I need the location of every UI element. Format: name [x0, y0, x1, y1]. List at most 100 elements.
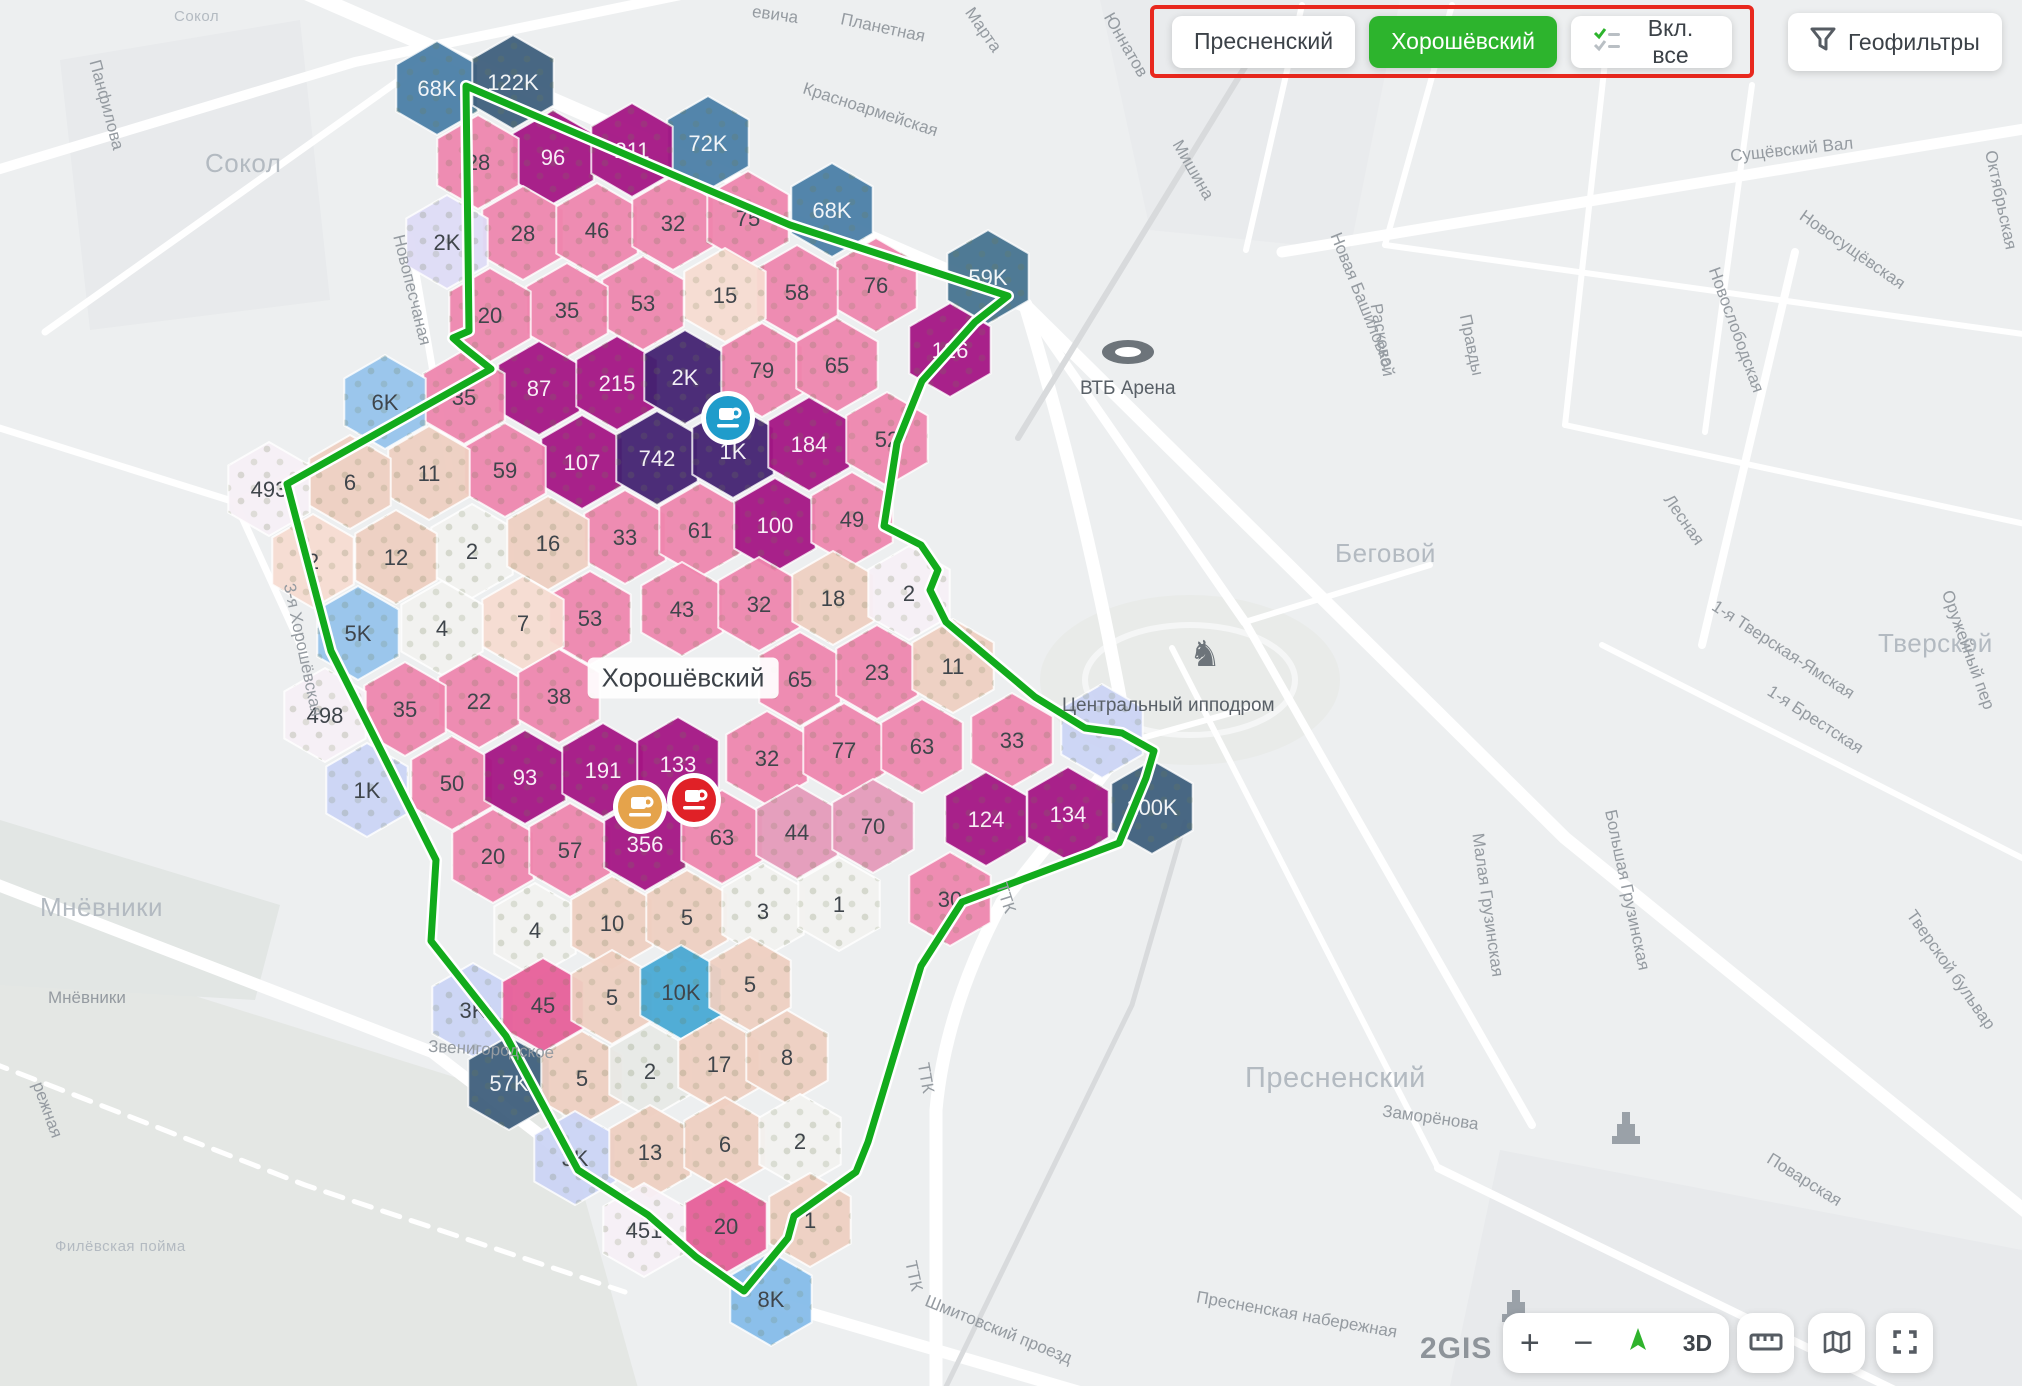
district-button-horoshevsky[interactable]: Хорошёвский	[1369, 16, 1557, 68]
hex-cell[interactable]: 13	[609, 1105, 690, 1199]
svg-text:65: 65	[825, 353, 849, 378]
svg-text:44: 44	[785, 820, 809, 845]
coffee-cup-marker[interactable]	[667, 773, 721, 827]
compass-icon[interactable]	[1627, 1326, 1649, 1361]
svg-text:63: 63	[710, 825, 734, 850]
svg-text:124: 124	[968, 807, 1005, 832]
svg-text:15: 15	[713, 283, 737, 308]
svg-text:493: 493	[251, 477, 288, 502]
svg-text:11: 11	[942, 654, 965, 679]
hex-cell[interactable]: 16	[507, 496, 588, 590]
svg-text:191: 191	[585, 758, 622, 783]
svg-text:♞: ♞	[1189, 633, 1221, 674]
ruler-icon	[1749, 1331, 1783, 1356]
region-label: Хорошёвский	[588, 658, 779, 699]
svg-text:8: 8	[781, 1045, 793, 1070]
svg-text:53: 53	[631, 291, 655, 316]
svg-text:33: 33	[613, 525, 637, 550]
horse-icon: ♞	[1189, 633, 1221, 674]
coffee-cup-marker[interactable]	[701, 391, 755, 445]
svg-text:2: 2	[903, 581, 915, 606]
fullscreen-icon	[1892, 1329, 1918, 1358]
hex-cell[interactable]: 6	[684, 1097, 765, 1191]
svg-text:63: 63	[910, 734, 934, 759]
svg-text:32: 32	[661, 211, 685, 236]
layers-map-button[interactable]	[1808, 1313, 1865, 1373]
svg-text:77: 77	[832, 738, 856, 763]
stadium-icon	[1102, 340, 1154, 364]
geofilters-button[interactable]: Геофильтры	[1788, 13, 2002, 71]
svg-text:2: 2	[644, 1059, 656, 1084]
svg-text:35: 35	[555, 298, 579, 323]
svg-text:5: 5	[681, 905, 693, 930]
district-button-presnensky[interactable]: Пресненский	[1172, 16, 1355, 68]
2gis-logo: 2GIS	[1420, 1332, 1492, 1366]
map-canvas[interactable]: ♞ 68K122K72K68K59K9621112628284632757658…	[0, 0, 2022, 1386]
svg-text:2K: 2K	[672, 365, 699, 390]
svg-text:68K: 68K	[812, 198, 851, 223]
svg-text:5: 5	[744, 972, 756, 997]
svg-text:68K: 68K	[417, 76, 456, 101]
funnel-icon	[1810, 26, 1836, 58]
svg-text:17: 17	[707, 1052, 731, 1077]
hex-cell[interactable]: 100	[734, 478, 815, 572]
svg-text:1K: 1K	[354, 778, 381, 803]
zoom-out-button[interactable]: −	[1573, 1326, 1593, 1360]
svg-text:49: 49	[840, 507, 864, 532]
svg-text:4: 4	[529, 918, 541, 943]
svg-text:10K: 10K	[661, 980, 700, 1005]
district-filter-group: Пресненский Хорошёвский Вкл. все	[1150, 5, 1754, 78]
map-zoom-controls: + − 3D	[1503, 1313, 1729, 1373]
svg-text:20: 20	[481, 844, 505, 869]
svg-text:6K: 6K	[372, 390, 399, 415]
ruler-button[interactable]	[1737, 1313, 1794, 1373]
svg-text:96: 96	[541, 145, 565, 170]
svg-text:35: 35	[393, 697, 417, 722]
hex-cell[interactable]: 32	[718, 557, 799, 651]
svg-text:6: 6	[344, 470, 356, 495]
svg-text:7: 7	[517, 611, 529, 636]
svg-text:57: 57	[558, 838, 582, 863]
svg-text:32: 32	[755, 746, 779, 771]
checklist-icon	[1593, 26, 1621, 58]
coffee-cup-marker[interactable]	[613, 780, 667, 834]
svg-text:76: 76	[864, 273, 888, 298]
hex-cell[interactable]: 12	[355, 510, 436, 604]
svg-text:6: 6	[719, 1132, 731, 1157]
building-icon	[1612, 1112, 1640, 1144]
svg-text:107: 107	[564, 450, 601, 475]
svg-text:122K: 122K	[487, 70, 539, 95]
hex-cell[interactable]: 2	[759, 1094, 840, 1188]
svg-text:20: 20	[714, 1214, 738, 1239]
hex-cell[interactable]: 107	[541, 415, 622, 509]
svg-text:5: 5	[606, 985, 618, 1010]
svg-text:10: 10	[600, 911, 624, 936]
fullscreen-button[interactable]	[1876, 1313, 1933, 1373]
zoom-in-button[interactable]: +	[1520, 1326, 1540, 1360]
3d-mode-button[interactable]: 3D	[1683, 1330, 1712, 1357]
hex-cell[interactable]: 63	[881, 699, 962, 793]
enable-all-button[interactable]: Вкл. все	[1571, 16, 1732, 68]
svg-text:5: 5	[576, 1066, 588, 1091]
svg-text:3: 3	[757, 899, 769, 924]
svg-text:100: 100	[757, 513, 794, 538]
svg-text:16: 16	[536, 531, 560, 556]
svg-text:50: 50	[440, 771, 464, 796]
svg-text:65: 65	[788, 667, 812, 692]
svg-text:1: 1	[833, 892, 845, 917]
map-application: ♞ 68K122K72K68K59K9621112628284632757658…	[0, 0, 2022, 1386]
hex-cell[interactable]: 18	[792, 551, 873, 645]
svg-text:59: 59	[493, 458, 517, 483]
hex-cell[interactable]: 498	[284, 668, 365, 762]
svg-text:43: 43	[670, 597, 694, 622]
svg-text:58: 58	[785, 280, 809, 305]
svg-text:356: 356	[627, 832, 664, 857]
svg-text:11: 11	[418, 461, 441, 486]
svg-text:87: 87	[527, 376, 551, 401]
svg-text:33: 33	[1000, 728, 1024, 753]
svg-text:23: 23	[865, 660, 889, 685]
svg-text:32: 32	[747, 592, 771, 617]
svg-text:28: 28	[511, 221, 535, 246]
svg-text:38: 38	[547, 684, 571, 709]
hex-cell[interactable]: 43	[641, 562, 722, 656]
